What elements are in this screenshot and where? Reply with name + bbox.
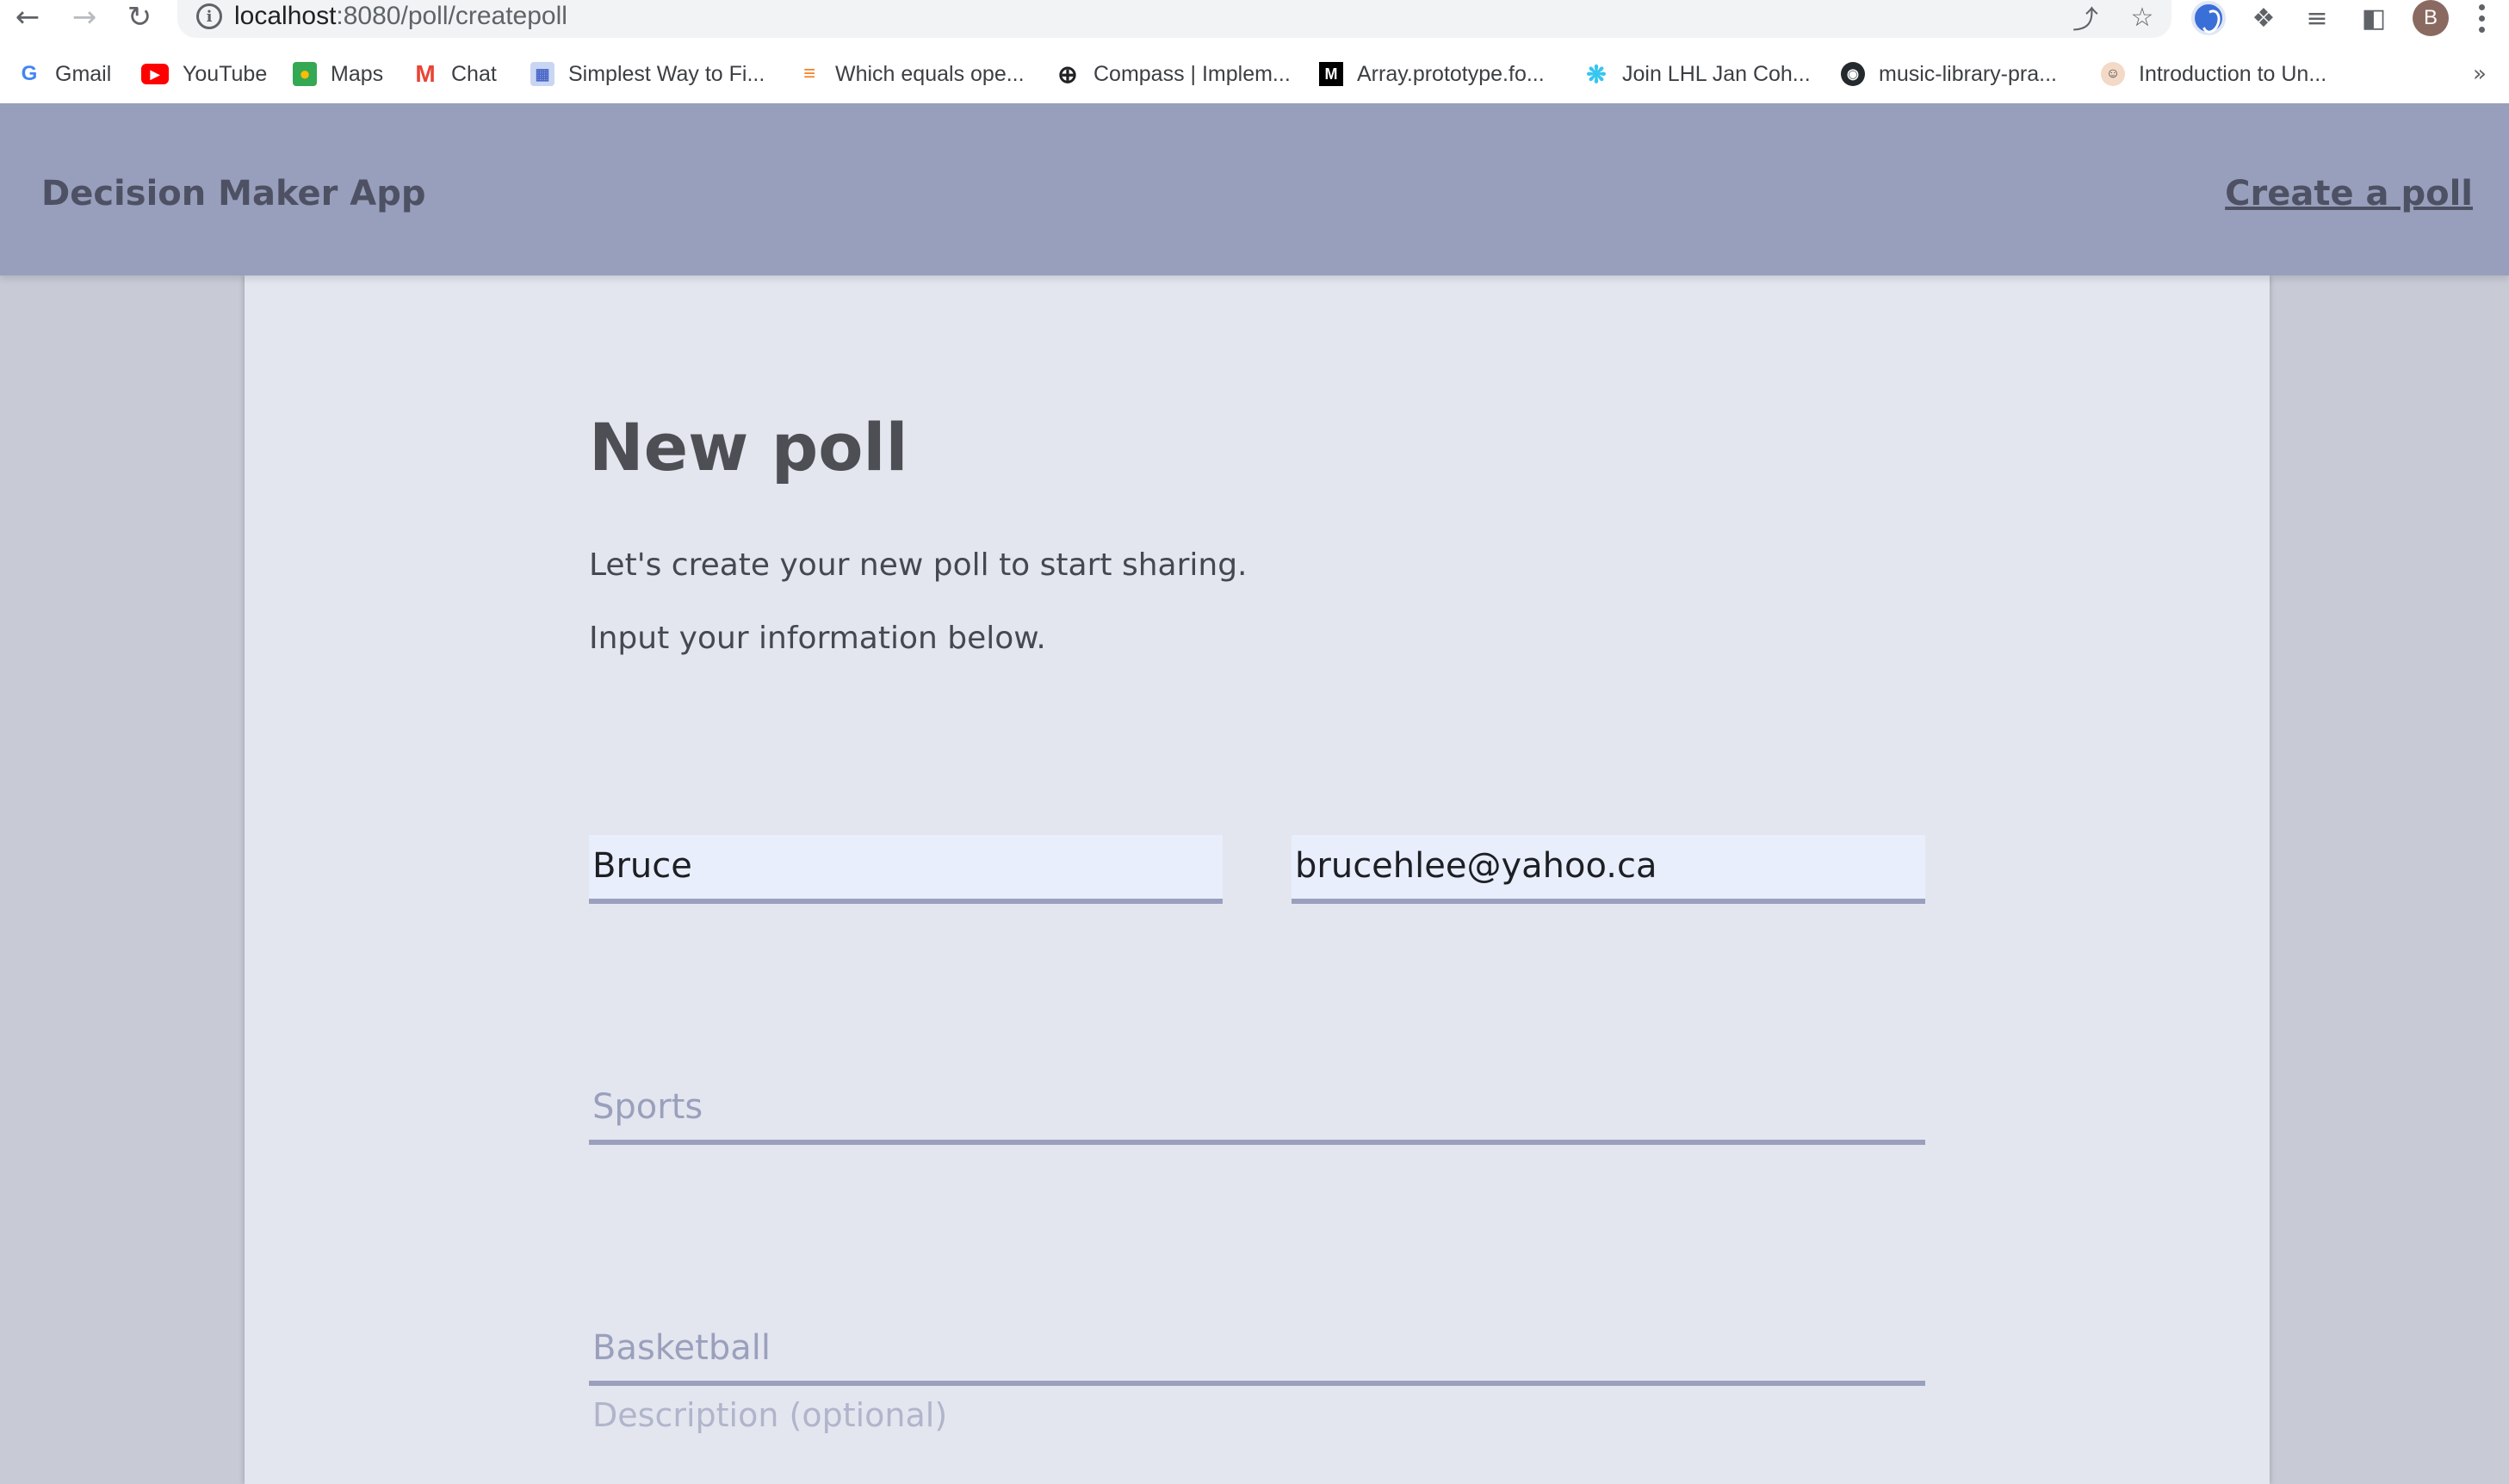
bookmark-label: YouTube bbox=[183, 61, 268, 86]
poll-title-input[interactable]: Sports bbox=[589, 1076, 1925, 1145]
email-field-value: brucehlee@yahoo.ca bbox=[1295, 846, 1657, 886]
name-field-value: Bruce bbox=[592, 846, 692, 886]
maps-icon: ● bbox=[293, 62, 317, 86]
bookmark-maps[interactable]: ● Maps bbox=[293, 55, 383, 93]
bookmark-join-lhl[interactable]: ❋ Join LHL Jan Coh... bbox=[1584, 55, 1811, 93]
reload-icon[interactable]: ↻ bbox=[122, 0, 157, 34]
bookmark-label: Simplest Way to Fi... bbox=[568, 61, 765, 86]
github-icon: ◉ bbox=[1841, 62, 1865, 86]
poll-title-placeholder: Sports bbox=[592, 1087, 703, 1127]
more-bookmarks-icon[interactable]: » bbox=[2473, 55, 2487, 93]
instruction-text: Input your information below. bbox=[589, 621, 1046, 656]
browser-menu-icon[interactable] bbox=[2471, 0, 2492, 36]
app-header: Decision Maker App Create a poll bbox=[0, 103, 2509, 275]
youtube-icon: ▶ bbox=[141, 64, 169, 84]
url-path: :8080/poll/createpoll bbox=[336, 2, 567, 30]
bookmark-introduction[interactable]: ☺ Introduction to Un... bbox=[2101, 55, 2326, 93]
bookmarks-bar: G Gmail ▶ YouTube ● Maps M Chat ▦ Simple… bbox=[0, 55, 2509, 93]
bookmark-label: Join LHL Jan Coh... bbox=[1622, 61, 1811, 86]
mdn-icon: M bbox=[1319, 62, 1343, 86]
profile-avatar[interactable]: B bbox=[2413, 0, 2449, 36]
bookmark-label: Maps bbox=[331, 61, 384, 86]
info-icon[interactable]: i bbox=[196, 3, 222, 29]
bookmark-chat[interactable]: M Chat bbox=[413, 55, 497, 93]
page-title: New poll bbox=[589, 409, 908, 485]
compass-icon: ⊕ bbox=[1057, 60, 1078, 88]
email-field[interactable]: brucehlee@yahoo.ca bbox=[1292, 835, 1925, 904]
bookmark-label: Array.prototype.fo... bbox=[1357, 61, 1545, 86]
bookmark-label: Compass | Implem... bbox=[1093, 61, 1291, 86]
new-poll-panel: New poll Let's create your new poll to s… bbox=[245, 275, 2270, 1484]
create-poll-link[interactable]: Create a poll bbox=[2225, 164, 2473, 224]
bookmark-compass[interactable]: ⊕ Compass | Implem... bbox=[1056, 55, 1291, 93]
side-panel-icon[interactable]: ◧ bbox=[2356, 0, 2392, 36]
name-field[interactable]: Bruce bbox=[589, 835, 1223, 904]
bookmark-which-equals[interactable]: ≡ Which equals ope... bbox=[797, 55, 1025, 93]
stackoverflow-icon: ≡ bbox=[802, 62, 815, 85]
media-queue-icon[interactable]: ≡ bbox=[2299, 0, 2335, 36]
brand-title[interactable]: Decision Maker App bbox=[41, 164, 425, 224]
gmail-icon: M bbox=[415, 60, 436, 87]
bookmark-youtube[interactable]: ▶ YouTube bbox=[141, 55, 267, 93]
bookmark-star-icon[interactable]: ☆ bbox=[2125, 2, 2159, 33]
bookmark-label: Introduction to Un... bbox=[2139, 61, 2327, 86]
bookmark-music-library[interactable]: ◉ music-library-pra... bbox=[1841, 55, 2057, 93]
browser-toolbar: ← → ↻ i localhost:8080/poll/createpoll ⤴… bbox=[0, 0, 2509, 38]
description-input[interactable]: Description (optional) bbox=[592, 1392, 947, 1438]
page-icon: ▦ bbox=[530, 62, 554, 86]
bookmark-label: Chat bbox=[451, 61, 497, 86]
forward-arrow-icon[interactable]: → bbox=[67, 0, 102, 34]
bookmark-gmail[interactable]: G Gmail bbox=[17, 55, 112, 93]
browser-chrome: ← → ↻ i localhost:8080/poll/createpoll ⤴… bbox=[0, 0, 2509, 103]
bookmark-label: music-library-pra... bbox=[1879, 61, 2057, 86]
bookmark-simplest-way[interactable]: ▦ Simplest Way to Fi... bbox=[530, 55, 765, 93]
share-icon[interactable]: ⤴ bbox=[2068, 2, 2103, 35]
puzzle-extensions-icon[interactable]: ❖ bbox=[2246, 0, 2282, 36]
bookmark-label: Gmail bbox=[55, 61, 112, 86]
extension-icon[interactable] bbox=[2190, 0, 2227, 36]
option-placeholder: Basketball bbox=[592, 1328, 771, 1368]
bookmark-array-prototype[interactable]: M Array.prototype.fo... bbox=[1319, 55, 1545, 93]
slack-icon: ❋ bbox=[1586, 60, 1607, 88]
option-input[interactable]: Basketball bbox=[589, 1317, 1925, 1386]
bookmark-label: Which equals ope... bbox=[835, 61, 1025, 86]
avatar-icon: ☺ bbox=[2101, 62, 2125, 86]
google-icon: G bbox=[21, 62, 38, 85]
address-bar[interactable]: i localhost:8080/poll/createpoll ⤴ ☆ bbox=[177, 0, 2171, 38]
intro-text: Let's create your new poll to start shar… bbox=[589, 547, 1248, 583]
url-host: localhost bbox=[234, 2, 337, 30]
address-url[interactable]: localhost:8080/poll/createpoll bbox=[234, 0, 567, 33]
back-arrow-icon[interactable]: ← bbox=[10, 0, 45, 34]
